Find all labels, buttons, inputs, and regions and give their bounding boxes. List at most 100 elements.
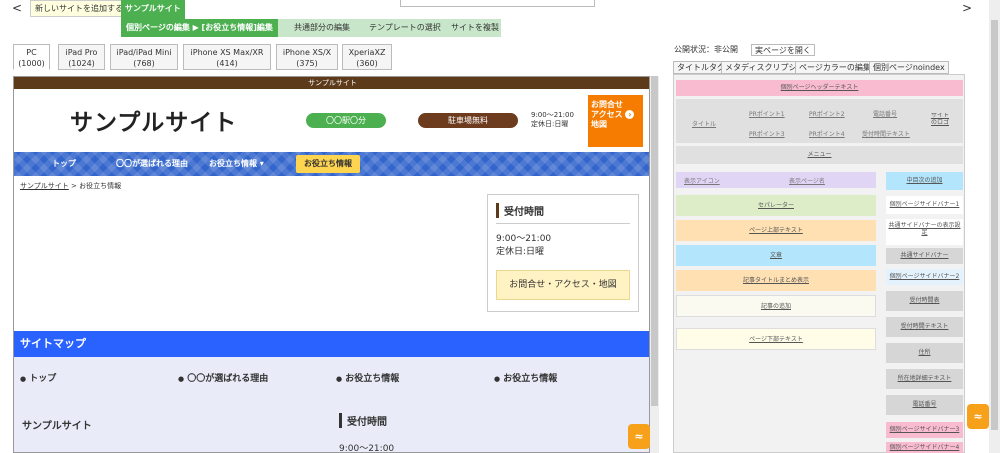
chevron-right-icon: › [625,110,635,119]
menu-block[interactable]: メニュー [676,146,963,164]
side-banner-1[interactable]: 個別ページサイドバナー1 [886,196,963,214]
preview-contact-button[interactable]: お問合せ アクセス › 地図 [588,95,643,147]
device-tab-ipad-mini[interactable]: iPad/iPad Mini (768) [110,44,178,70]
site-tab[interactable]: サンプルサイト [121,0,185,19]
device-name: XperiaXZ [348,48,386,57]
side-banner-4[interactable]: 個別ページサイドバナー4 [886,442,963,453]
submenu-bar: 個別ページの編集 ▶ [お役立ち情報]編集 共通部分の編集 テンプレートの選択 … [121,19,501,37]
device-name: PC [26,48,37,57]
cta-line: お問合せ [591,100,623,109]
tel-number[interactable]: 電話番号 [886,395,963,415]
top-text-block[interactable]: ページ上部テキスト [676,220,876,241]
preview-hours: 9:00～21:00 定休日:日曜 [531,111,574,129]
footer-hours-title: 受付時間 [339,413,387,428]
nav-top[interactable]: トップ [52,152,76,176]
address-detail-text[interactable]: 所在地詳細テキスト [886,369,963,389]
divider [496,223,630,224]
scroll-top-icon-right[interactable]: ≈ [967,404,989,429]
scroll-thumb[interactable] [651,76,658,406]
common-side-banner[interactable]: 共通サイドバナー [886,248,963,264]
nav-reasons[interactable]: 〇〇が選ばれる理由 [116,152,188,176]
device-size: (375) [296,59,318,68]
breadcrumb-separator: > [68,182,80,190]
tab-noindex[interactable]: 個別ページnoindex [869,61,949,74]
preview-scrollbar[interactable] [650,76,659,453]
pr-point-4[interactable]: PRポイント4 [809,129,845,138]
circle-chevron-icon: ● [336,375,343,383]
device-tab-iphone-xs-max[interactable]: iPhone XS Max/XR (414) [183,44,271,70]
device-size: (1024) [68,59,95,68]
back-arrow-icon[interactable]: < [10,1,24,15]
body-text-block[interactable]: 文章 [676,245,876,266]
nav-useful-active[interactable]: お役立ち情報 [296,155,360,173]
sitemap-title: サイトマップ [14,331,649,357]
device-tab-xperia[interactable]: XperiaXZ (360) [342,44,392,70]
circle-chevron-icon: ● [494,375,501,383]
sitemap-link-label: トップ [29,374,57,384]
preview-logo[interactable]: サンプルサイト [70,103,237,137]
preview-parking-badge: 駐車場無料 [418,113,518,128]
title-link[interactable]: タイトル [692,119,716,128]
submenu-duplicate[interactable]: サイトを複製 [451,19,499,37]
device-size: (414) [216,59,238,68]
pr-point-3[interactable]: PRポイント3 [749,129,785,138]
preview-global-nav: トップ 〇〇が選ばれる理由 お役立ち情報 ▾ お役立ち情報 [14,152,649,176]
add-sub-toc[interactable]: 中目次の追加 [886,172,963,190]
address[interactable]: 住所 [886,343,963,363]
common-banner-setting[interactable]: 共通サイドバナーの表示設定 [886,219,963,245]
side-banner-3[interactable]: 個別ページサイドバナー3 [886,422,963,438]
hours-text[interactable]: 受付時間テキスト [886,317,963,337]
tel-link[interactable]: 電話番号 [873,109,897,118]
breadcrumb-home[interactable]: サンプルサイト [20,182,69,190]
sitemap-link-reasons[interactable]: ● 〇〇が選ばれる理由 [178,371,268,384]
hours-table[interactable]: 受付時間表 [886,291,963,311]
forward-arrow-icon[interactable]: > [960,1,974,15]
hours-card: 受付時間 9:00～21:00 定休日:日曜 お問合せ・アクセス・地図 [487,194,639,312]
publish-status: 公開状況：非公開 [674,45,738,54]
footer-hours: 9:00～21:00 [339,444,395,453]
closed-line: 定休日:日曜 [531,120,569,128]
sitemap-link-useful[interactable]: ● お役立ち情報 [336,371,399,384]
open-page-button[interactable]: 実ページを開く [751,44,815,56]
cta-line: 地図 [591,120,607,129]
top-input[interactable] [400,0,595,7]
display-icon-link[interactable]: 表示アイコン [684,176,720,185]
hours-line: 9:00～21:00 [531,111,574,119]
scroll-top-icon[interactable]: ≈ [628,424,650,449]
window-scrollbar[interactable] [989,0,1000,453]
hours-card-contact-button[interactable]: お問合せ・アクセス・地図 [496,270,630,300]
site-logo-link[interactable]: サイトのロゴ [929,113,951,131]
sitemap-link-useful-2[interactable]: ● お役立ち情報 [494,371,557,384]
submenu-current[interactable]: 個別ページの編集 ▶ [お役立ち情報]編集 [121,19,278,37]
tab-page-color[interactable]: ページカラーの編集 [795,61,875,74]
device-name: iPhone XS Max/XR [190,48,264,57]
pr-point-2[interactable]: PRポイント2 [809,109,845,118]
sitemap-link-top[interactable]: ● トップ [20,371,56,384]
submenu-template[interactable]: テンプレートの選択 [369,19,441,37]
display-page-name-link[interactable]: 表示ページ名 [789,176,825,185]
device-tab-pc[interactable]: PC (1000) [13,44,50,70]
device-tab-ipad-pro[interactable]: iPad Pro (1024) [58,44,105,70]
submenu-common-edit[interactable]: 共通部分の編集 [294,19,350,37]
circle-chevron-icon: ● [178,375,185,383]
device-size: (1000) [18,59,45,68]
device-name: iPhone XS/X [282,48,332,57]
header-text-block[interactable]: 個別ページヘッダーテキスト [676,80,963,96]
device-size: (360) [356,59,378,68]
separator-block[interactable]: セパレーター [676,195,876,216]
side-banner-2[interactable]: 個別ページサイドバナー2 [886,269,963,285]
article-summary-block[interactable]: 記事タイトルまとめ表示 [676,270,876,291]
sitemap-link-label: 〇〇が選ばれる理由 [187,374,269,384]
sitemap-link-label: お役立ち情報 [345,374,400,384]
pr-point-1[interactable]: PRポイント1 [749,109,785,118]
preview-station-badge: 〇〇駅〇分 [306,113,386,128]
bottom-text-block[interactable]: ページ下部テキスト [676,328,876,350]
scroll-thumb[interactable] [991,20,998,430]
device-tab-iphone-xs[interactable]: iPhone XS/X (375) [276,44,338,70]
breadcrumb-current: お役立ち情報 [79,182,122,190]
hours-card-title: 受付時間 [496,203,544,218]
add-article-block[interactable]: 記事の追加 [676,295,876,317]
add-site-button[interactable]: 新しいサイトを追加する [30,0,128,17]
hours-text-link[interactable]: 受付時間テキスト [862,129,910,138]
nav-useful-dropdown[interactable]: お役立ち情報 ▾ [209,152,264,176]
